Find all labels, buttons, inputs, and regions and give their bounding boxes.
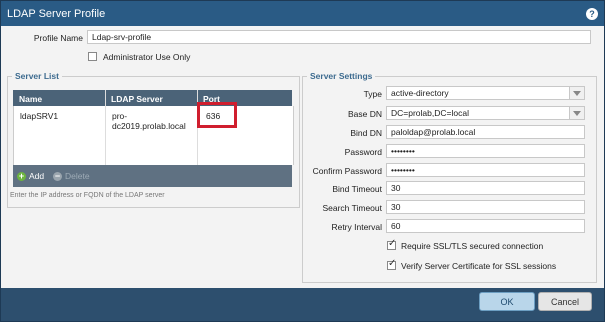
- require-ssl-label: Require SSL/TLS secured connection: [401, 241, 544, 251]
- retry-interval-label: Retry Interval: [331, 222, 382, 232]
- verify-certificate-checkbox[interactable]: [387, 258, 396, 270]
- add-button-label: Add: [29, 171, 45, 181]
- minus-icon: −: [53, 170, 62, 181]
- base-dn-dropdown[interactable]: DC=prolab,DC=local: [386, 106, 585, 120]
- chevron-down-icon[interactable]: [569, 107, 584, 119]
- server-list-body: ldapSRV1 pro- dc2019.prolab.local 636: [13, 106, 294, 165]
- bind-dn-label: Bind DN: [350, 128, 382, 138]
- base-dn-label: Base DN: [347, 109, 382, 119]
- delete-button-label: Delete: [65, 171, 90, 181]
- server-list-header: Name LDAP Server Port: [13, 90, 292, 106]
- confirm-password-input[interactable]: ••••••••: [386, 163, 585, 177]
- type-label: Type: [363, 89, 382, 99]
- require-ssl-checkbox[interactable]: [387, 238, 396, 250]
- profile-name-label: Profile Name: [33, 33, 83, 43]
- title-bar: LDAP Server Profile ?: [1, 1, 604, 26]
- server-settings-legend: Server Settings: [307, 71, 376, 81]
- cancel-button[interactable]: Cancel: [538, 292, 592, 311]
- help-icon[interactable]: ?: [586, 7, 598, 20]
- dialog-title: LDAP Server Profile: [7, 7, 106, 20]
- column-header-ldap-server[interactable]: LDAP Server: [111, 94, 163, 104]
- column-header-name[interactable]: Name: [19, 94, 42, 104]
- bind-timeout-label: Bind Timeout: [332, 184, 382, 194]
- delete-button[interactable]: − Delete: [53, 171, 90, 181]
- ldap-server-profile-dialog: LDAP Server Profile ? Profile Name Ldap-…: [0, 0, 605, 322]
- administrator-use-only-label: Administrator Use Only: [103, 52, 191, 62]
- plus-icon: +: [17, 170, 26, 181]
- password-input[interactable]: ••••••••: [386, 144, 585, 158]
- search-timeout-label: Search Timeout: [322, 203, 382, 213]
- add-button[interactable]: + Add: [17, 171, 44, 181]
- base-dn-value: DC=prolab,DC=local: [391, 108, 469, 118]
- confirm-password-label: Confirm Password: [312, 166, 382, 176]
- ok-button[interactable]: OK: [479, 292, 535, 311]
- verify-certificate-label: Verify Server Certificate for SSL sessio…: [401, 261, 557, 271]
- search-timeout-input[interactable]: 30: [386, 200, 585, 214]
- password-label: Password: [344, 147, 382, 157]
- profile-name-input[interactable]: Ldap-srv-profile: [87, 30, 591, 44]
- server-list-legend: Server List: [12, 71, 62, 81]
- administrator-use-only-checkbox[interactable]: [88, 52, 97, 61]
- retry-interval-input[interactable]: 60: [386, 219, 585, 233]
- row-name-cell[interactable]: ldapSRV1: [20, 111, 58, 121]
- bind-dn-input[interactable]: paloldap@prolab.local: [386, 125, 585, 139]
- row-ldap-server-cell-line2[interactable]: dc2019.prolab.local: [112, 121, 186, 131]
- bind-timeout-input[interactable]: 30: [386, 181, 585, 195]
- type-value: active-directory: [391, 88, 449, 98]
- port-highlight-box: [197, 102, 237, 128]
- chevron-down-icon[interactable]: [569, 87, 584, 99]
- row-ldap-server-cell-line1[interactable]: pro-: [112, 111, 127, 121]
- type-dropdown[interactable]: active-directory: [386, 86, 585, 100]
- server-list-toolbar: + Add − Delete: [13, 165, 292, 187]
- server-list-hint: Enter the IP address or FQDN of the LDAP…: [10, 192, 165, 199]
- column-divider: [105, 90, 106, 165]
